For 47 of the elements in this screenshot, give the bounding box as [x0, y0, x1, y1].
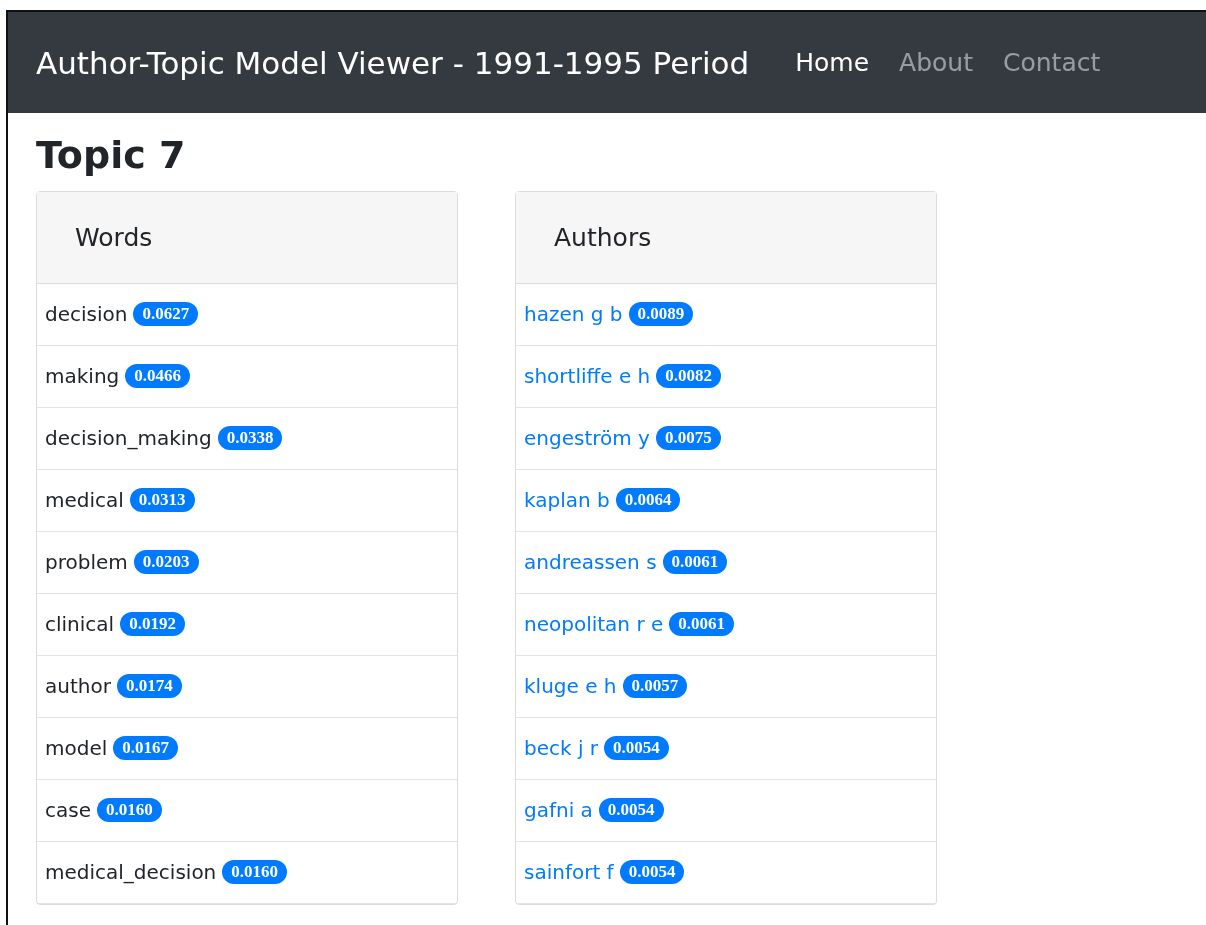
word-label: case — [45, 798, 91, 823]
word-label: decision — [45, 302, 128, 327]
author-link[interactable]: hazen g b — [524, 302, 623, 327]
word-label: author — [45, 674, 111, 699]
word-label: problem — [45, 550, 128, 575]
site-title: Author-Topic Model Viewer - 1991-1995 Period — [36, 44, 750, 81]
score-badge: 0.0054 — [604, 736, 669, 761]
card-title: Words — [75, 222, 153, 252]
score-badge: 0.0064 — [615, 488, 681, 513]
score-badge: 0.0054 — [619, 860, 685, 885]
word-label: making — [45, 364, 120, 389]
nav-link[interactable]: About — [899, 48, 973, 77]
score-badge: 0.0160 — [222, 860, 288, 885]
card-title: Authors — [554, 222, 652, 252]
score-badge: 0.0466 — [125, 364, 190, 389]
author-link[interactable]: shortliffe e h — [524, 364, 651, 389]
nav-link[interactable]: Home — [795, 48, 870, 77]
score-badge: 0.0192 — [120, 612, 185, 637]
word-label: clinical — [45, 612, 115, 637]
author-link[interactable]: engeström y — [524, 426, 650, 451]
score-badge: 0.0054 — [598, 798, 664, 823]
score-badge: 0.0075 — [655, 426, 721, 451]
word-label: decision_making — [45, 426, 212, 451]
score-badge: 0.0061 — [669, 612, 735, 637]
author-link[interactable]: neopolitan r e — [524, 612, 664, 637]
score-badge: 0.0082 — [656, 364, 722, 389]
score-badge: 0.0338 — [217, 426, 283, 451]
score-badge: 0.0167 — [113, 736, 179, 761]
score-badge: 0.0061 — [662, 550, 728, 575]
score-badge: 0.0089 — [628, 302, 694, 327]
page-heading: Topic 7 — [36, 135, 187, 177]
author-link[interactable]: kaplan b — [524, 488, 610, 513]
score-badge: 0.0313 — [129, 488, 195, 513]
word-label: medical_decision — [45, 860, 217, 885]
nav-link[interactable]: Contact — [1003, 48, 1101, 77]
author-link[interactable]: sainfort f — [524, 860, 614, 885]
word-label: model — [45, 736, 108, 761]
score-badge: 0.0160 — [97, 798, 162, 823]
author-link[interactable]: kluge e h — [524, 674, 617, 699]
score-badge: 0.0203 — [133, 550, 199, 575]
score-badge: 0.0057 — [622, 674, 688, 699]
author-link[interactable]: gafni a — [524, 798, 593, 823]
author-link[interactable]: andreassen s — [524, 550, 657, 575]
score-badge: 0.0627 — [133, 302, 199, 327]
author-link[interactable]: beck j r — [524, 736, 599, 761]
word-label: medical — [45, 488, 124, 513]
score-badge: 0.0174 — [116, 674, 182, 699]
